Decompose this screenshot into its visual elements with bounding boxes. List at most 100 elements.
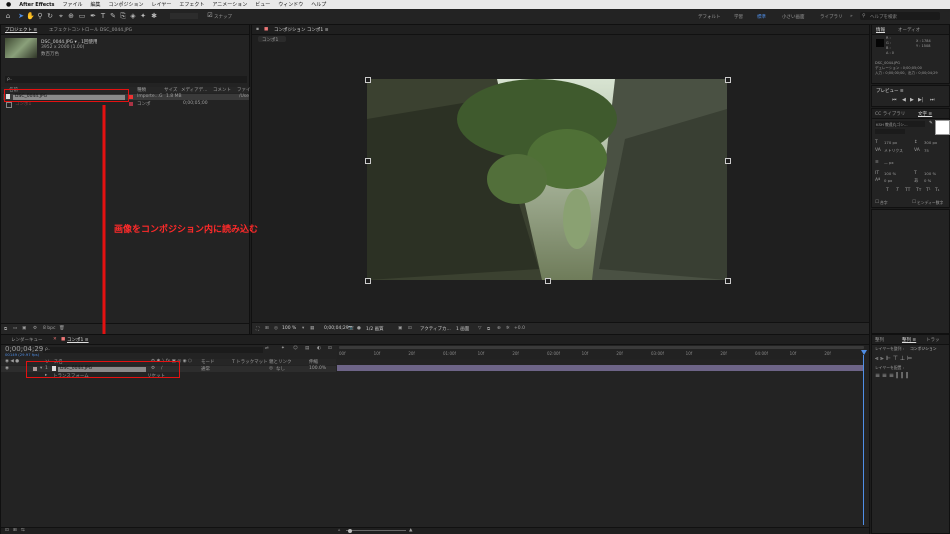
style-faux-italic[interactable]: T	[896, 188, 899, 193]
comp-panel-menu-icon[interactable]: ▪	[256, 27, 259, 32]
style-faux-bold[interactable]: T	[886, 188, 889, 193]
interpret-footage-icon[interactable]: ⧉	[4, 326, 7, 332]
handle-bottom-left[interactable]	[365, 278, 371, 284]
layer-parent-dropdown[interactable]: なし	[276, 366, 285, 372]
eyedropper-icon[interactable]: ✎	[929, 121, 933, 126]
handle-left-center[interactable]	[365, 158, 371, 164]
font-size-value[interactable]: 170 px	[884, 140, 897, 145]
brush-tool-icon[interactable]: ✎	[109, 12, 117, 20]
help-search-input[interactable]: ⚲ ヘルプを検索	[860, 12, 940, 20]
flowchart-icon[interactable]: ⊕	[497, 326, 501, 331]
graph-editor-icon[interactable]: ⊡	[328, 346, 332, 351]
tab-effect-controls[interactable]: エフェクトコントロール DSC_0044.JPG	[49, 27, 132, 33]
align-buttons-row[interactable]: ⫷ ⫸ ⊩ ⊤ ⊥ ⊨	[875, 355, 912, 363]
grid-icon[interactable]: ⊞	[265, 326, 269, 331]
tab-composition[interactable]: コンポジション コンポ1 ≡	[274, 27, 329, 33]
col-file[interactable]: ファイ	[237, 87, 251, 93]
next-frame-icon[interactable]: ▶|	[918, 97, 924, 103]
workspace-standard[interactable]: 標準	[757, 14, 766, 20]
current-time-indicator[interactable]	[863, 355, 864, 525]
timeline-footer-switch-icon[interactable]: ⊡	[5, 528, 9, 533]
ligature-checkbox[interactable]: ☐	[875, 200, 879, 205]
menu-animation[interactable]: アニメーション	[212, 1, 247, 8]
tracking-value[interactable]: 75	[924, 148, 929, 153]
resolution-dropdown[interactable]: 1/2 画質	[366, 326, 384, 332]
zoom-out-icon[interactable]: ▵	[338, 528, 340, 533]
mask-tool-icon[interactable]: ▭	[78, 12, 86, 20]
baseline-value[interactable]: 0 px	[884, 178, 892, 183]
col-media[interactable]: メディアデ...	[181, 87, 207, 93]
play-icon[interactable]: ▶	[910, 97, 914, 103]
col-mode[interactable]: モード	[201, 359, 215, 365]
kerning-value[interactable]: メトリクス	[884, 148, 903, 154]
work-area-bar[interactable]	[339, 346, 864, 349]
tab-render-queue[interactable]: レンダーキュー	[11, 337, 43, 343]
col-comment[interactable]: コメント	[213, 87, 231, 93]
roto-brush-tool-icon[interactable]: ✦	[139, 12, 147, 20]
puppet-tool-icon[interactable]: ✱	[150, 12, 158, 20]
timeline-toggle-icon[interactable]: ⧉	[487, 326, 490, 332]
tab-cc-libraries[interactable]: CC ライブラリ	[875, 111, 905, 117]
tab-audio[interactable]: オーディオ	[898, 27, 920, 33]
stroke-value[interactable]: — px	[884, 160, 894, 165]
style-small-caps[interactable]: Tт	[916, 188, 921, 193]
apple-icon[interactable]: ●	[6, 1, 11, 8]
first-frame-icon[interactable]: ⏮	[892, 97, 897, 103]
font-style-dropdown[interactable]	[875, 129, 905, 134]
menu-file[interactable]: ファイル	[62, 1, 82, 8]
tsume-value[interactable]: 0 %	[924, 178, 931, 183]
layer-stretch-value[interactable]: 100.0%	[309, 366, 326, 371]
pen-tool-icon[interactable]: ✒	[89, 12, 97, 20]
parent-pickwhip-icon[interactable]: ◎	[269, 366, 273, 371]
bpc-button[interactable]: 8 bpc	[43, 326, 55, 331]
timeline-search-input[interactable]: ρ₋	[43, 347, 263, 353]
menu-view[interactable]: ビュー	[255, 1, 270, 8]
hscale-value[interactable]: 100 %	[924, 171, 936, 176]
exposure-value[interactable]: +0.0	[514, 326, 525, 331]
workspace-more-icon[interactable]: »	[850, 14, 853, 19]
layer-mode-dropdown[interactable]: 通常	[201, 366, 210, 372]
vscale-value[interactable]: 100 %	[884, 171, 896, 176]
camera-tool-icon[interactable]: ⌖	[57, 12, 65, 20]
handle-right-center[interactable]	[725, 158, 731, 164]
views-dropdown[interactable]: 1 画面	[456, 326, 469, 332]
workspace-libraries[interactable]: ライブラリ	[820, 14, 843, 20]
prev-frame-icon[interactable]: ◀	[902, 97, 906, 103]
zoom-slider[interactable]	[346, 530, 406, 531]
hand-tool-icon[interactable]: ✋	[26, 12, 35, 20]
style-superscript[interactable]: T¹	[926, 188, 931, 193]
tab-align-2[interactable]: 整列 ≡	[902, 337, 916, 343]
timeline-comp-close-icon[interactable]: ✕	[53, 337, 57, 342]
project-search-input[interactable]: ρ₋	[5, 76, 247, 83]
handle-bottom-center[interactable]	[545, 278, 551, 284]
menu-window[interactable]: ウィンドウ	[278, 1, 303, 8]
fast-preview-icon[interactable]: ▽	[478, 326, 481, 331]
show-channel-icon[interactable]: ●	[357, 326, 361, 331]
menu-composition[interactable]: コンポジション	[109, 1, 144, 8]
workspace-small-screen[interactable]: 小さい画面	[782, 14, 805, 20]
home-icon[interactable]: ⌂	[4, 12, 12, 20]
tab-info[interactable]: 情報	[876, 27, 885, 33]
3d-view-icon[interactable]: ⊡	[408, 326, 412, 331]
frame-blending-icon[interactable]: ▤	[305, 346, 309, 351]
menu-edit[interactable]: 編集	[91, 1, 101, 8]
shy-icon[interactable]: ☺	[293, 346, 298, 351]
zoom-tool-icon[interactable]: ⚲	[36, 12, 44, 20]
last-frame-icon[interactable]: ⏭	[930, 97, 935, 103]
selection-tool-icon[interactable]: ➤	[17, 12, 25, 20]
motion-blur-icon[interactable]: ◐	[317, 346, 321, 351]
style-all-caps[interactable]: TT	[905, 188, 910, 193]
magnification-dropdown[interactable]: 100 %	[282, 326, 296, 331]
tab-project[interactable]: プロジェクト ≡	[5, 27, 37, 33]
rotate-tool-icon[interactable]: ↻	[46, 12, 54, 20]
col-stretch[interactable]: 伸縮	[309, 359, 318, 365]
menu-effect[interactable]: エフェクト	[179, 1, 204, 8]
time-ruler[interactable]: 00f 10f 20f 01:00f 10f 20f 02:00f 10f 20f 03:00f 1…	[337, 345, 869, 359]
col-size[interactable]: サイズ	[164, 87, 177, 93]
transparency-grid-icon[interactable]: ▣	[398, 326, 402, 331]
app-name-menu[interactable]: After Effects	[19, 2, 54, 8]
pan-behind-tool-icon[interactable]: ⊕	[67, 12, 75, 20]
clone-tool-icon[interactable]: ⎘	[119, 12, 127, 20]
comp-subtab[interactable]: コンポ1	[258, 36, 286, 43]
handle-bottom-right[interactable]	[725, 278, 731, 284]
